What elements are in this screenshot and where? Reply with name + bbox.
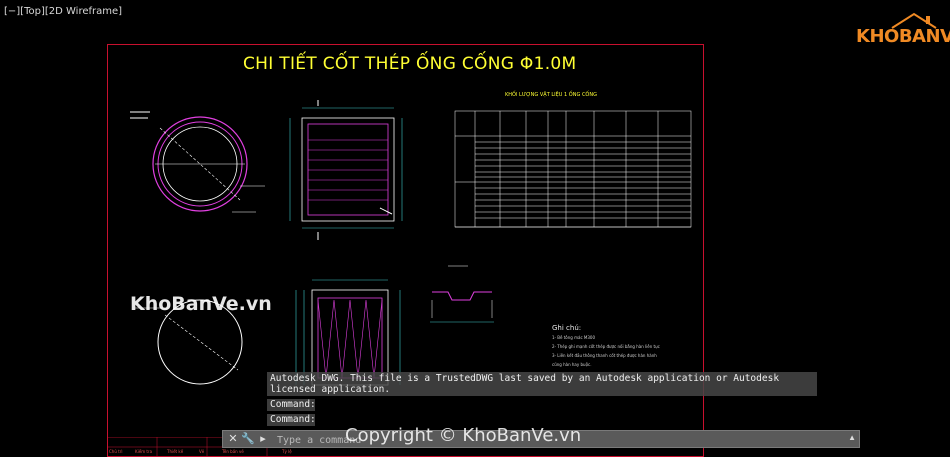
notes-block: Ghi chú: 1- Bê tông mác M300 2- Thép ghi… xyxy=(552,323,660,369)
watermark-copyright: Copyright © KhoBanVe.vn xyxy=(345,425,582,446)
note-line: 2- Thép ghi mạnh cốt thép được nối bằng … xyxy=(552,344,660,349)
command-history-prompt: Command: xyxy=(267,414,316,426)
watermark-site: KhoBanVe.vn xyxy=(130,293,272,315)
note-line: 3- Liên kết đầu thông thanh cốt thép đượ… xyxy=(552,353,657,358)
table-title: KHỐI LƯỢNG VẬT LIỆU 1 ỐNG CỐNG xyxy=(505,92,597,98)
title-block-text: Thiết kế xyxy=(167,449,184,454)
command-history-prompt: Command: xyxy=(267,399,316,411)
pipe-elevation xyxy=(289,100,403,240)
note-line: cũng hàn hay buộc. xyxy=(552,362,592,367)
title-block-text: Tỷ lệ xyxy=(282,449,292,454)
title-block-text: Kiểm tra xyxy=(135,449,153,454)
title-block-text: Chủ trì xyxy=(109,449,123,454)
title-block-text: Tên bản vẽ xyxy=(222,449,244,454)
pipe-elevation-bottom xyxy=(295,279,401,386)
title-block-text: Vẽ xyxy=(199,449,205,454)
notes-title: Ghi chú: xyxy=(552,324,582,332)
command-history: Autodesk DWG. This file is a TrustedDWG … xyxy=(267,372,817,396)
joint-detail xyxy=(430,265,494,323)
pipe-section-top xyxy=(130,111,265,213)
close-icon[interactable]: ✕ xyxy=(227,433,239,445)
chevron-up-icon[interactable]: ▲ xyxy=(848,433,856,442)
command-prompt-icon[interactable]: ▸ xyxy=(257,433,269,445)
note-line: 1- Bê tông mác M300 xyxy=(552,335,596,340)
material-table xyxy=(454,110,692,228)
wrench-icon[interactable]: 🔧 xyxy=(241,433,255,445)
